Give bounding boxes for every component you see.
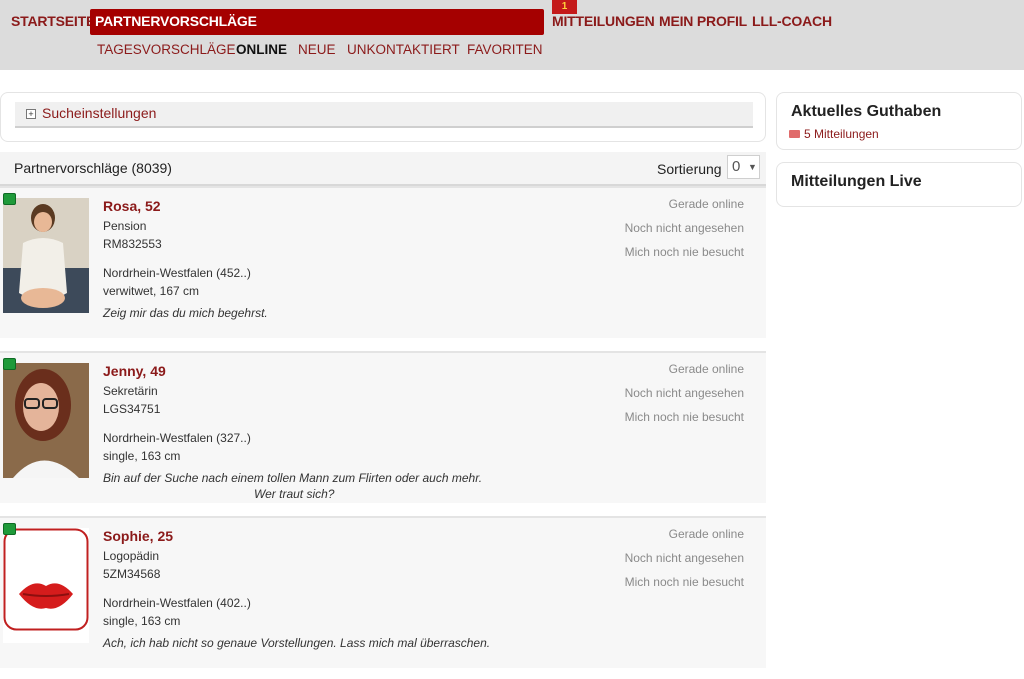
messages-link[interactable]: 5 Mitteilungen	[804, 127, 879, 141]
search-settings-toggle[interactable]: + Sucheinstellungen	[15, 102, 753, 128]
viewed-state: Noch nicht angesehen	[624, 551, 744, 565]
balance-panel: Aktuelles Guthaben 5 Mitteilungen	[776, 92, 1022, 150]
top-navigation: STARTSEITE PARTNERVORSCHLÄGE 1 MITTEILUN…	[0, 0, 1024, 70]
expand-plus-icon[interactable]: +	[26, 109, 36, 119]
profile-quote: Bin auf der Suche nach einem tollen Mann…	[103, 471, 483, 485]
search-settings-label: Sucheinstellungen	[42, 105, 157, 121]
envelope-icon	[789, 130, 800, 138]
sort-label: Sortierung	[657, 161, 722, 177]
profile-code: LGS34751	[103, 402, 161, 416]
nav-mein-profil[interactable]: MEIN PROFIL	[659, 13, 747, 29]
profile-quote-line2: Wer traut sich?	[254, 487, 335, 501]
profile-photo[interactable]	[3, 198, 89, 313]
visited-state: Mich noch nie besucht	[624, 245, 744, 259]
profile-quote: Zeig mir das du mich begehrst.	[103, 306, 268, 320]
profile-photo[interactable]	[3, 363, 89, 478]
nav-startseite[interactable]: STARTSEITE	[11, 13, 95, 29]
profile-card[interactable]: Jenny, 49 Sekretärin LGS34751 Nordrhein-…	[0, 351, 766, 503]
subnav-favoriten[interactable]: FAVORITEN	[467, 42, 543, 57]
profile-photo[interactable]	[3, 528, 89, 643]
visited-state: Mich noch nie besucht	[624, 575, 744, 589]
nav-partnervorschlaege[interactable]: PARTNERVORSCHLÄGE	[90, 9, 544, 35]
profile-region: Nordrhein-Westfalen (452..)	[103, 266, 251, 280]
online-state: Gerade online	[668, 527, 744, 541]
list-header: Partnervorschläge (8039) Sortierung 0 ▼	[0, 152, 766, 186]
live-messages-panel: Mitteilungen Live	[776, 162, 1022, 207]
visited-state: Mich noch nie besucht	[624, 410, 744, 424]
profile-job: Sekretärin	[103, 384, 158, 398]
sort-select[interactable]: 0 ▼	[727, 155, 760, 179]
profile-name[interactable]: Sophie, 25	[103, 528, 173, 544]
nav-mitteilungen[interactable]: MITTEILUNGEN	[552, 13, 655, 29]
profile-job: Logopädin	[103, 549, 160, 563]
nav-partnervorschlaege-label: PARTNERVORSCHLÄGE	[95, 13, 257, 29]
profile-code: RM832553	[103, 237, 162, 251]
viewed-state: Noch nicht angesehen	[624, 221, 744, 235]
profile-card[interactable]: Rosa, 52 Pension RM832553 Nordrhein-West…	[0, 186, 766, 338]
profile-card[interactable]: Sophie, 25 Logopädin 5ZM34568 Nordrhein-…	[0, 516, 766, 668]
subnav-online[interactable]: ONLINE	[236, 42, 287, 57]
viewed-state: Noch nicht angesehen	[624, 386, 744, 400]
online-status-icon	[3, 358, 16, 370]
profile-status: single, 163 cm	[103, 449, 181, 463]
subnav-tagesvorschlaege[interactable]: TAGESVORSCHLÄGE	[97, 42, 236, 57]
profile-status: single, 163 cm	[103, 614, 181, 628]
online-status-icon	[3, 523, 16, 535]
profile-code: 5ZM34568	[103, 567, 161, 581]
profile-name[interactable]: Rosa, 52	[103, 198, 161, 214]
profile-region: Nordrhein-Westfalen (402..)	[103, 596, 251, 610]
nav-lll-coach[interactable]: LLL-COACH	[752, 13, 832, 29]
notification-badge[interactable]: 1	[552, 0, 577, 14]
profile-name[interactable]: Jenny, 49	[103, 363, 166, 379]
online-state: Gerade online	[668, 362, 744, 376]
subnav-neue[interactable]: NEUE	[298, 42, 336, 57]
online-status-icon	[3, 193, 16, 205]
profile-region: Nordrhein-Westfalen (327..)	[103, 431, 251, 445]
profile-quote: Ach, ich hab nicht so genaue Vorstellung…	[103, 636, 491, 650]
chevron-down-icon: ▼	[748, 162, 757, 172]
online-state: Gerade online	[668, 197, 744, 211]
sort-value: 0	[732, 158, 741, 175]
list-title: Partnervorschläge (8039)	[14, 160, 172, 176]
profile-status: verwitwet, 167 cm	[103, 284, 200, 298]
profile-job: Pension	[103, 219, 147, 233]
live-messages-title: Mitteilungen Live	[791, 173, 922, 190]
subnav-unkontaktiert[interactable]: UNKONTAKTIERT	[347, 42, 460, 57]
search-settings-panel: + Sucheinstellungen	[0, 92, 766, 142]
balance-title: Aktuelles Guthaben	[791, 103, 942, 120]
